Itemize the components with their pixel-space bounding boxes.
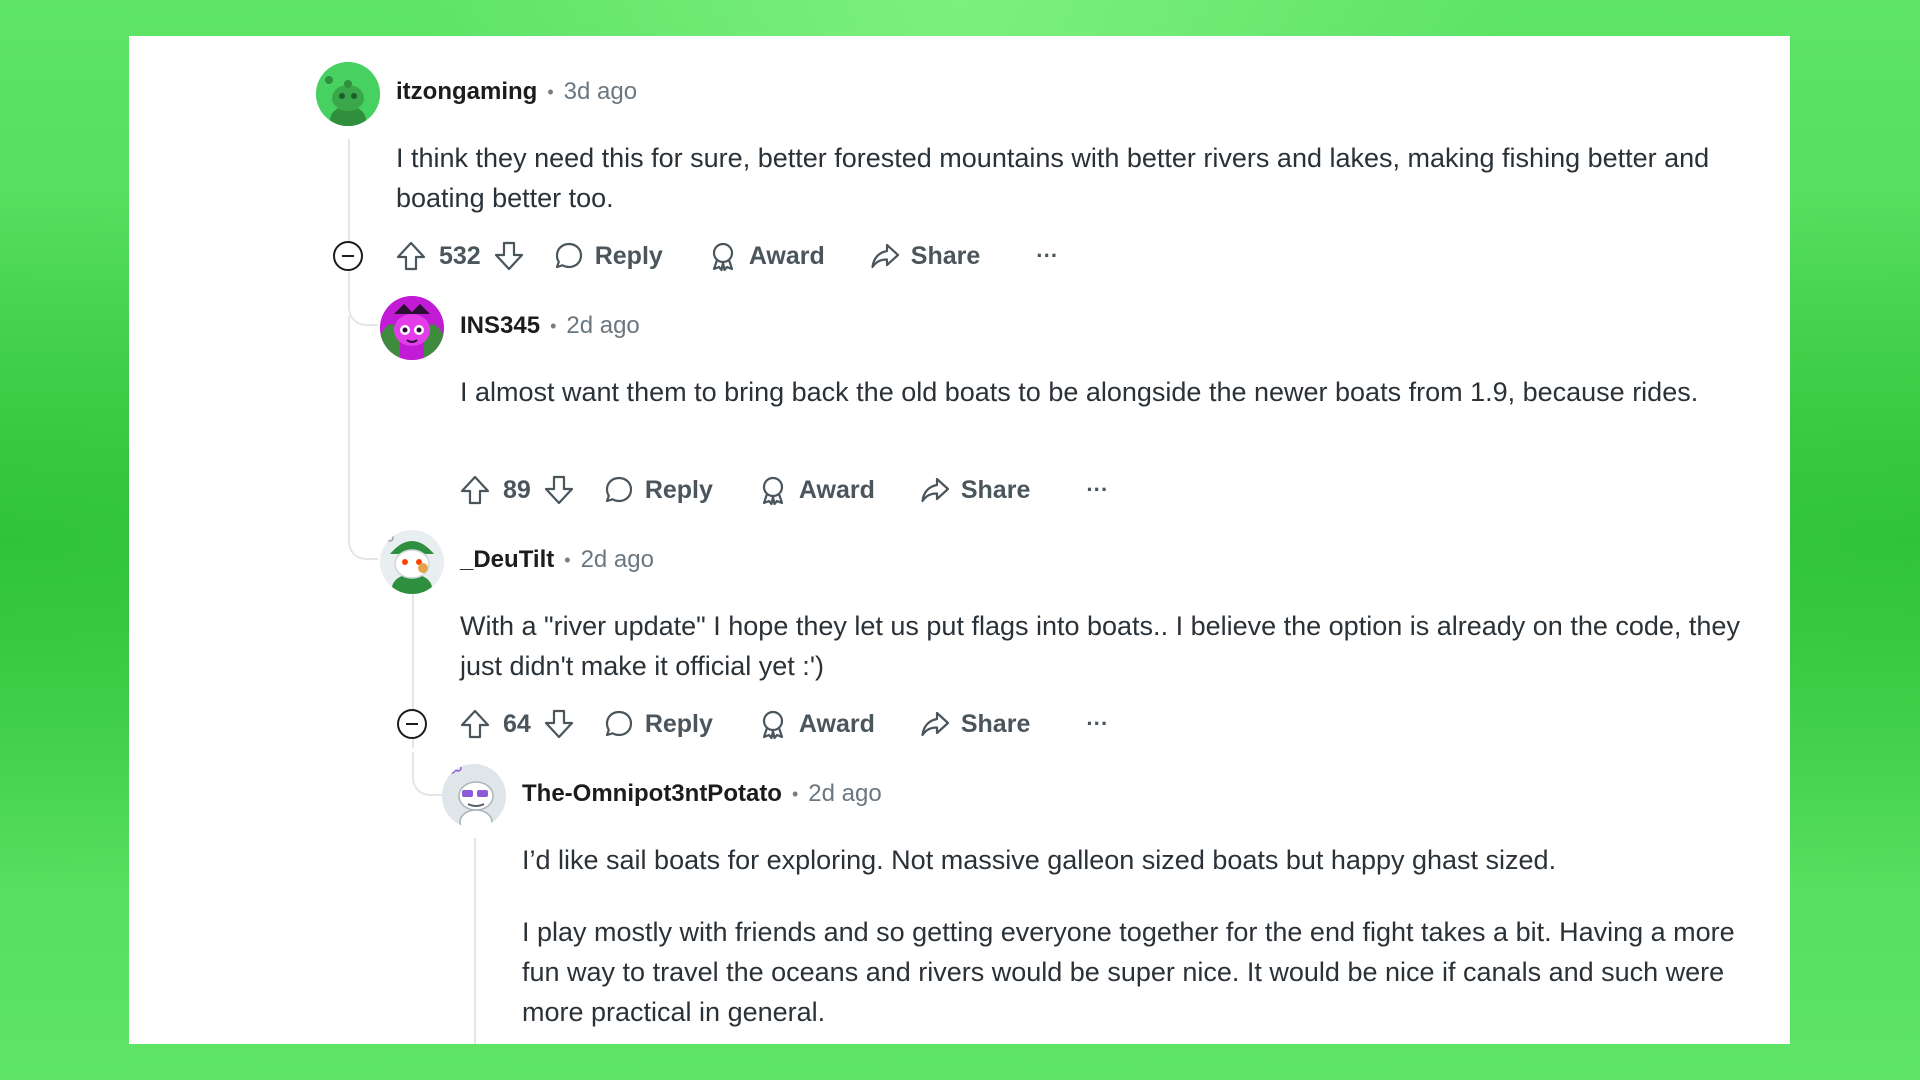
comment-body: With a "river update" I hope they let us… [460, 606, 1760, 686]
separator-dot: • [564, 549, 571, 570]
comment-header: itzongaming • 3d ago [396, 78, 637, 106]
downvote-button[interactable] [543, 474, 575, 506]
award-icon [712, 242, 733, 272]
share-button[interactable]: Share [919, 474, 1030, 506]
comment-body: I almost want them to bring back the old… [460, 372, 1760, 412]
comment-actions: 89 Reply Award Share ··· [459, 470, 1108, 510]
comment-header: _DeuTilt • 2d ago [460, 546, 654, 574]
avatar[interactable] [442, 764, 506, 828]
share-button[interactable]: Share [869, 240, 980, 272]
upvote-button[interactable] [395, 240, 427, 272]
comment-bubble-icon [555, 242, 582, 269]
avatar[interactable] [380, 530, 444, 594]
thread-line-level1[interactable] [348, 139, 350, 297]
more-options-button[interactable]: ··· [1086, 711, 1108, 737]
share-label: Share [960, 709, 1031, 738]
share-label: Share [910, 241, 981, 270]
share-icon [921, 711, 949, 737]
snoo-avatar-icon [316, 62, 380, 126]
collapse-thread-button[interactable] [333, 241, 363, 271]
upvote-button[interactable] [459, 474, 491, 506]
upvote-icon [460, 709, 490, 739]
author-name[interactable]: _DeuTilt [460, 546, 554, 574]
comment-time[interactable]: 2d ago [808, 780, 881, 808]
comment-time[interactable]: 2d ago [581, 546, 654, 574]
comment-header: INS345 • 2d ago [460, 312, 640, 340]
share-icon [921, 477, 949, 503]
comment-actions: 532 Reply Award Share ··· [395, 236, 1058, 276]
award-button[interactable]: Award [757, 474, 875, 506]
upvote-button[interactable] [459, 708, 491, 740]
comment-time[interactable]: 3d ago [564, 78, 637, 106]
thread-line-level1b[interactable] [348, 316, 350, 526]
reply-label: Reply [644, 475, 713, 504]
thread-line-level3[interactable] [474, 838, 476, 1044]
award-label: Award [798, 475, 875, 504]
comment-time[interactable]: 2d ago [566, 312, 639, 340]
reply-button[interactable]: Reply [603, 708, 713, 740]
snoo-avatar-icon [442, 764, 506, 828]
award-icon [762, 476, 784, 506]
award-button[interactable]: Award [707, 240, 825, 272]
thread-curve-ins345 [348, 294, 378, 326]
separator-dot: • [791, 783, 799, 804]
snoo-avatar-icon [380, 296, 444, 360]
award-button[interactable]: Award [757, 708, 875, 740]
author-name[interactable]: The-Omnipot3ntPotato [522, 780, 782, 808]
thread-curve-omnipotato [412, 752, 442, 796]
thread-curve-deutilt [348, 516, 378, 560]
downvote-button[interactable] [493, 240, 525, 272]
separator-dot: • [547, 81, 554, 102]
share-label: Share [960, 475, 1031, 504]
downvote-icon [544, 709, 573, 739]
award-label: Award [798, 709, 875, 738]
comment-bubble-icon [605, 476, 632, 503]
upvote-icon [460, 475, 490, 505]
share-button[interactable]: Share [919, 708, 1030, 740]
snoo-avatar-icon [380, 530, 444, 594]
comment-bubble-icon [605, 710, 632, 737]
author-name[interactable]: itzongaming [396, 78, 537, 106]
separator-dot: • [550, 315, 557, 336]
comment-header: The-Omnipot3ntPotato • 2d ago [522, 780, 882, 808]
comment-thread-card: itzongaming • 3d ago I think they need t… [129, 36, 1790, 1044]
comment-paragraph: I play mostly with friends and so gettin… [522, 917, 1735, 1027]
vote-count: 64 [503, 709, 531, 738]
comment-paragraph: I’d like sail boats for exploring. Not m… [522, 845, 1557, 875]
comment-body: I’d like sail boats for exploring. Not m… [522, 840, 1772, 1032]
award-icon [762, 710, 784, 740]
avatar[interactable] [380, 296, 444, 360]
downvote-icon [494, 241, 523, 271]
vote-count: 89 [503, 475, 531, 504]
comment-paragraph: I almost want them to bring back the old… [460, 377, 1699, 407]
downvote-button[interactable] [543, 708, 575, 740]
reply-label: Reply [594, 241, 663, 270]
reply-button[interactable]: Reply [553, 240, 663, 272]
comment-paragraph: I think they need this for sure, better … [396, 143, 1710, 213]
more-options-button[interactable]: ··· [1036, 243, 1058, 269]
reply-button[interactable]: Reply [603, 474, 713, 506]
more-options-button[interactable]: ··· [1086, 477, 1108, 503]
vote-count: 532 [439, 241, 481, 270]
collapse-thread-button[interactable] [397, 709, 427, 739]
comment-actions: 64 Reply Award Share ··· [459, 704, 1108, 744]
share-icon [871, 243, 899, 269]
award-label: Award [748, 241, 825, 270]
downvote-icon [544, 475, 573, 505]
comment-paragraph: With a "river update" I hope they let us… [460, 611, 1740, 681]
avatar[interactable] [316, 62, 380, 126]
comment-body: I think they need this for sure, better … [396, 138, 1756, 218]
upvote-icon [396, 241, 426, 271]
reply-label: Reply [644, 709, 713, 738]
author-name[interactable]: INS345 [460, 312, 540, 340]
